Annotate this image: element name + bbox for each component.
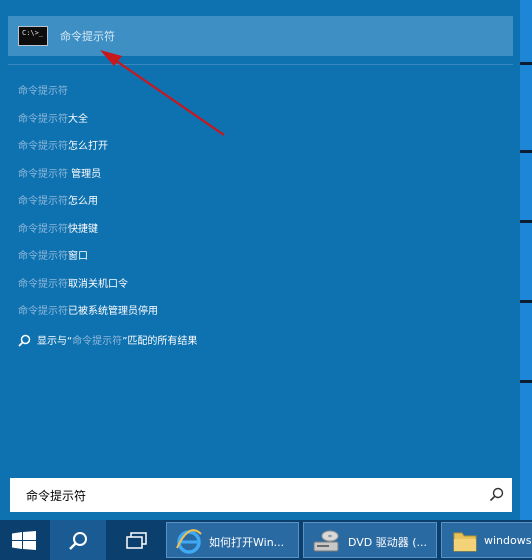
suggestion-item[interactable]: 命令提示符大全	[18, 111, 88, 129]
desktop-background	[518, 0, 532, 520]
divider	[8, 64, 513, 65]
taskbar-search-button[interactable]	[50, 520, 106, 560]
suggestion-item[interactable]: 命令提示符 管理员	[18, 166, 101, 184]
desktop-decoration	[518, 300, 532, 303]
suggestion-item[interactable]: 命令提示符已被系统管理员停用	[18, 303, 158, 321]
suggestion-suffix: 已被系统管理员停用	[68, 306, 158, 317]
suggestion-suffix: 管理员	[68, 168, 102, 180]
suggestion-item[interactable]: 命令提示符快捷键	[18, 221, 98, 239]
task-view-button[interactable]	[110, 520, 164, 560]
taskbar-app-browser[interactable]: 如何打开Win...	[166, 522, 299, 558]
suggestion-query: 命令提示符	[18, 251, 68, 262]
taskbar-app-label: DVD 驱动器 (...	[348, 536, 428, 549]
suggestion-item[interactable]: 命令提示符窗口	[18, 248, 88, 266]
taskbar-app-label: 如何打开Win...	[209, 536, 285, 549]
desktop-decoration	[518, 150, 532, 153]
taskbar-app-dvd-drive[interactable]: DVD 驱动器 (...	[303, 522, 437, 558]
suggestion-item[interactable]: 命令提示符怎么用	[18, 193, 98, 211]
suggestion-query: 命令提示符	[18, 168, 68, 180]
suggestion-suffix: 快捷键	[68, 223, 98, 235]
desktop-decoration	[518, 220, 532, 223]
folder-icon	[453, 532, 477, 552]
taskbar: 如何打开Win... DVD 驱动器 (... windows	[0, 520, 532, 560]
search-icon	[69, 532, 87, 550]
best-match-label: 命令提示符	[60, 30, 115, 43]
windows-logo-icon	[12, 531, 36, 550]
ie-icon	[176, 529, 202, 554]
show-all-results-link[interactable]: 显示与“命令提示符”匹配的所有结果	[18, 333, 197, 351]
command-prompt-icon-text: C:\>_	[22, 29, 44, 37]
search-input-value: 命令提示符	[26, 489, 87, 503]
start-button[interactable]	[0, 520, 48, 560]
show-all-suffix: ”匹配的所有结果	[122, 336, 198, 347]
command-prompt-icon: C:\>_	[18, 26, 48, 46]
suggestion-suffix: 取消关机口令	[68, 278, 128, 290]
search-icon	[18, 334, 31, 347]
suggestion-query: 命令提示符	[18, 86, 68, 97]
suggestion-query: 命令提示符	[18, 306, 68, 317]
search-icon[interactable]	[489, 487, 504, 502]
best-match-result[interactable]: C:\>_ 命令提示符	[8, 16, 513, 56]
suggestion-suffix: 窗口	[68, 251, 88, 262]
start-search-panel: C:\>_ 命令提示符 命令提示符 命令提示符大全 命令提示符怎么打开 命令提示…	[0, 0, 520, 520]
suggestion-suffix: 怎么打开	[68, 141, 108, 152]
suggestion-suffix: 怎么用	[68, 196, 98, 207]
desktop-decoration	[518, 380, 532, 383]
taskbar-app-folder[interactable]: windows	[441, 522, 532, 558]
suggestion-item[interactable]: 命令提示符	[18, 83, 68, 101]
search-input[interactable]: 命令提示符	[10, 478, 512, 512]
dvd-drive-icon	[313, 530, 339, 552]
suggestion-query: 命令提示符	[18, 278, 68, 290]
suggestion-query: 命令提示符	[18, 223, 68, 235]
taskbar-app-label: windows	[484, 534, 532, 547]
suggestion-item[interactable]: 命令提示符怎么打开	[18, 138, 108, 156]
suggestion-query: 命令提示符	[18, 196, 68, 207]
task-view-icon	[126, 532, 147, 549]
suggestion-query: 命令提示符	[18, 113, 68, 125]
desktop-decoration	[518, 62, 532, 65]
suggestion-query: 命令提示符	[18, 141, 68, 152]
show-all-prefix: 显示与“	[37, 336, 73, 347]
suggestion-item[interactable]: 命令提示符取消关机口令	[18, 276, 128, 294]
show-all-query: 命令提示符	[72, 336, 123, 347]
suggestion-suffix: 大全	[68, 113, 88, 125]
